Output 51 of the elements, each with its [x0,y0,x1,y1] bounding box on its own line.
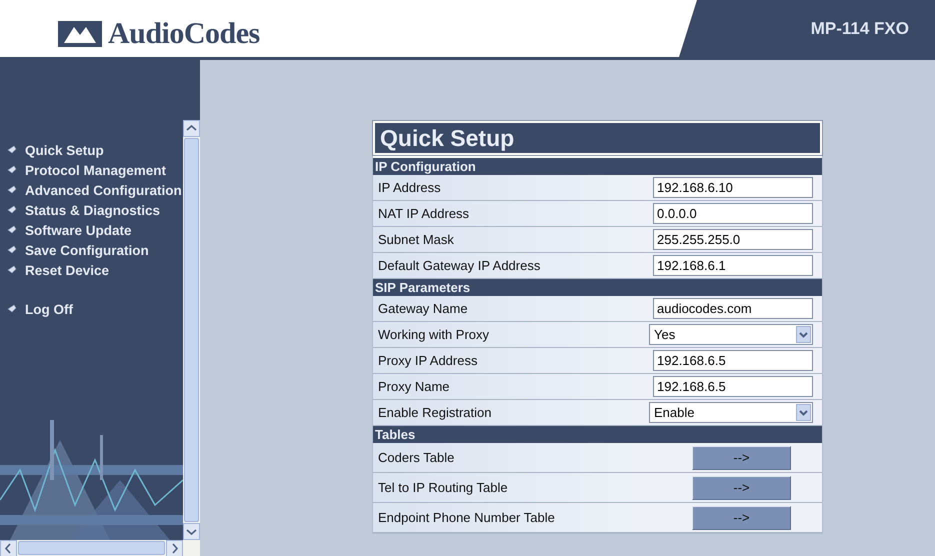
section-title: Tables [375,427,416,442]
table-label: Coders Table [377,450,456,465]
input-field[interactable]: 192.168.6.5 [653,350,813,371]
menu-item[interactable]: Software Update [0,220,183,240]
menu-item[interactable]: Save Configuration [0,240,183,260]
input-field[interactable]: audiocodes.com [653,298,813,319]
input-field[interactable]: 192.168.6.10 [653,177,813,198]
bullet-icon [7,245,17,255]
caret-icon [796,326,811,343]
bullet-icon [7,205,17,215]
open-table-button[interactable]: --> [692,506,791,530]
field-label: Proxy IP Address [377,353,478,368]
dropdown[interactable]: Enable [649,402,813,423]
menu-item[interactable]: Log Off [0,299,183,319]
field-label: Working with Proxy [377,327,490,342]
field-label: Enable Registration [377,405,492,420]
field-label: Proxy Name [377,379,451,394]
bullet-icon [7,145,17,155]
menu-item[interactable]: Reset Device [0,260,183,280]
menu-item[interactable]: Status & Diagnostics [0,200,183,220]
vertical-scrollbar[interactable] [183,120,200,540]
field-label: Subnet Mask [377,232,455,247]
logo-text: AudioCodes [108,16,260,50]
bullet-icon [7,165,17,175]
dropdown[interactable]: Yes [649,324,813,345]
field-label: Default Gateway IP Address [377,258,542,273]
page-title: Quick Setup [380,124,514,152]
menu-item[interactable]: Advanced Configuration [0,180,183,200]
field-label: Gateway Name [377,301,469,316]
table-label: Tel to IP Routing Table [377,480,509,495]
section-title: SIP Parameters [375,280,470,295]
table-label: Endpoint Phone Number Table [377,510,556,525]
bullet-icon [7,265,17,275]
section-title: IP Configuration [375,159,476,174]
input-field[interactable]: 0.0.0.0 [653,203,813,224]
field-label: IP Address [377,180,442,195]
bullet-icon [7,304,17,314]
bullet-icon [7,225,17,235]
menu-item[interactable]: Quick Setup [0,140,183,160]
open-table-button[interactable]: --> [692,446,791,470]
input-field[interactable]: 255.255.255.0 [653,229,813,250]
input-field[interactable]: 192.168.6.5 [653,376,813,397]
logo-icon [58,18,102,48]
horizontal-scrollbar[interactable] [0,540,200,556]
product-name: MP-114 FXO [810,18,909,38]
field-label: NAT IP Address [377,206,470,221]
caret-icon [796,404,811,421]
open-table-button[interactable]: --> [692,476,791,500]
bullet-icon [7,185,17,195]
menu-item[interactable]: Protocol Management [0,160,183,180]
input-field[interactable]: 192.168.6.1 [653,255,813,276]
